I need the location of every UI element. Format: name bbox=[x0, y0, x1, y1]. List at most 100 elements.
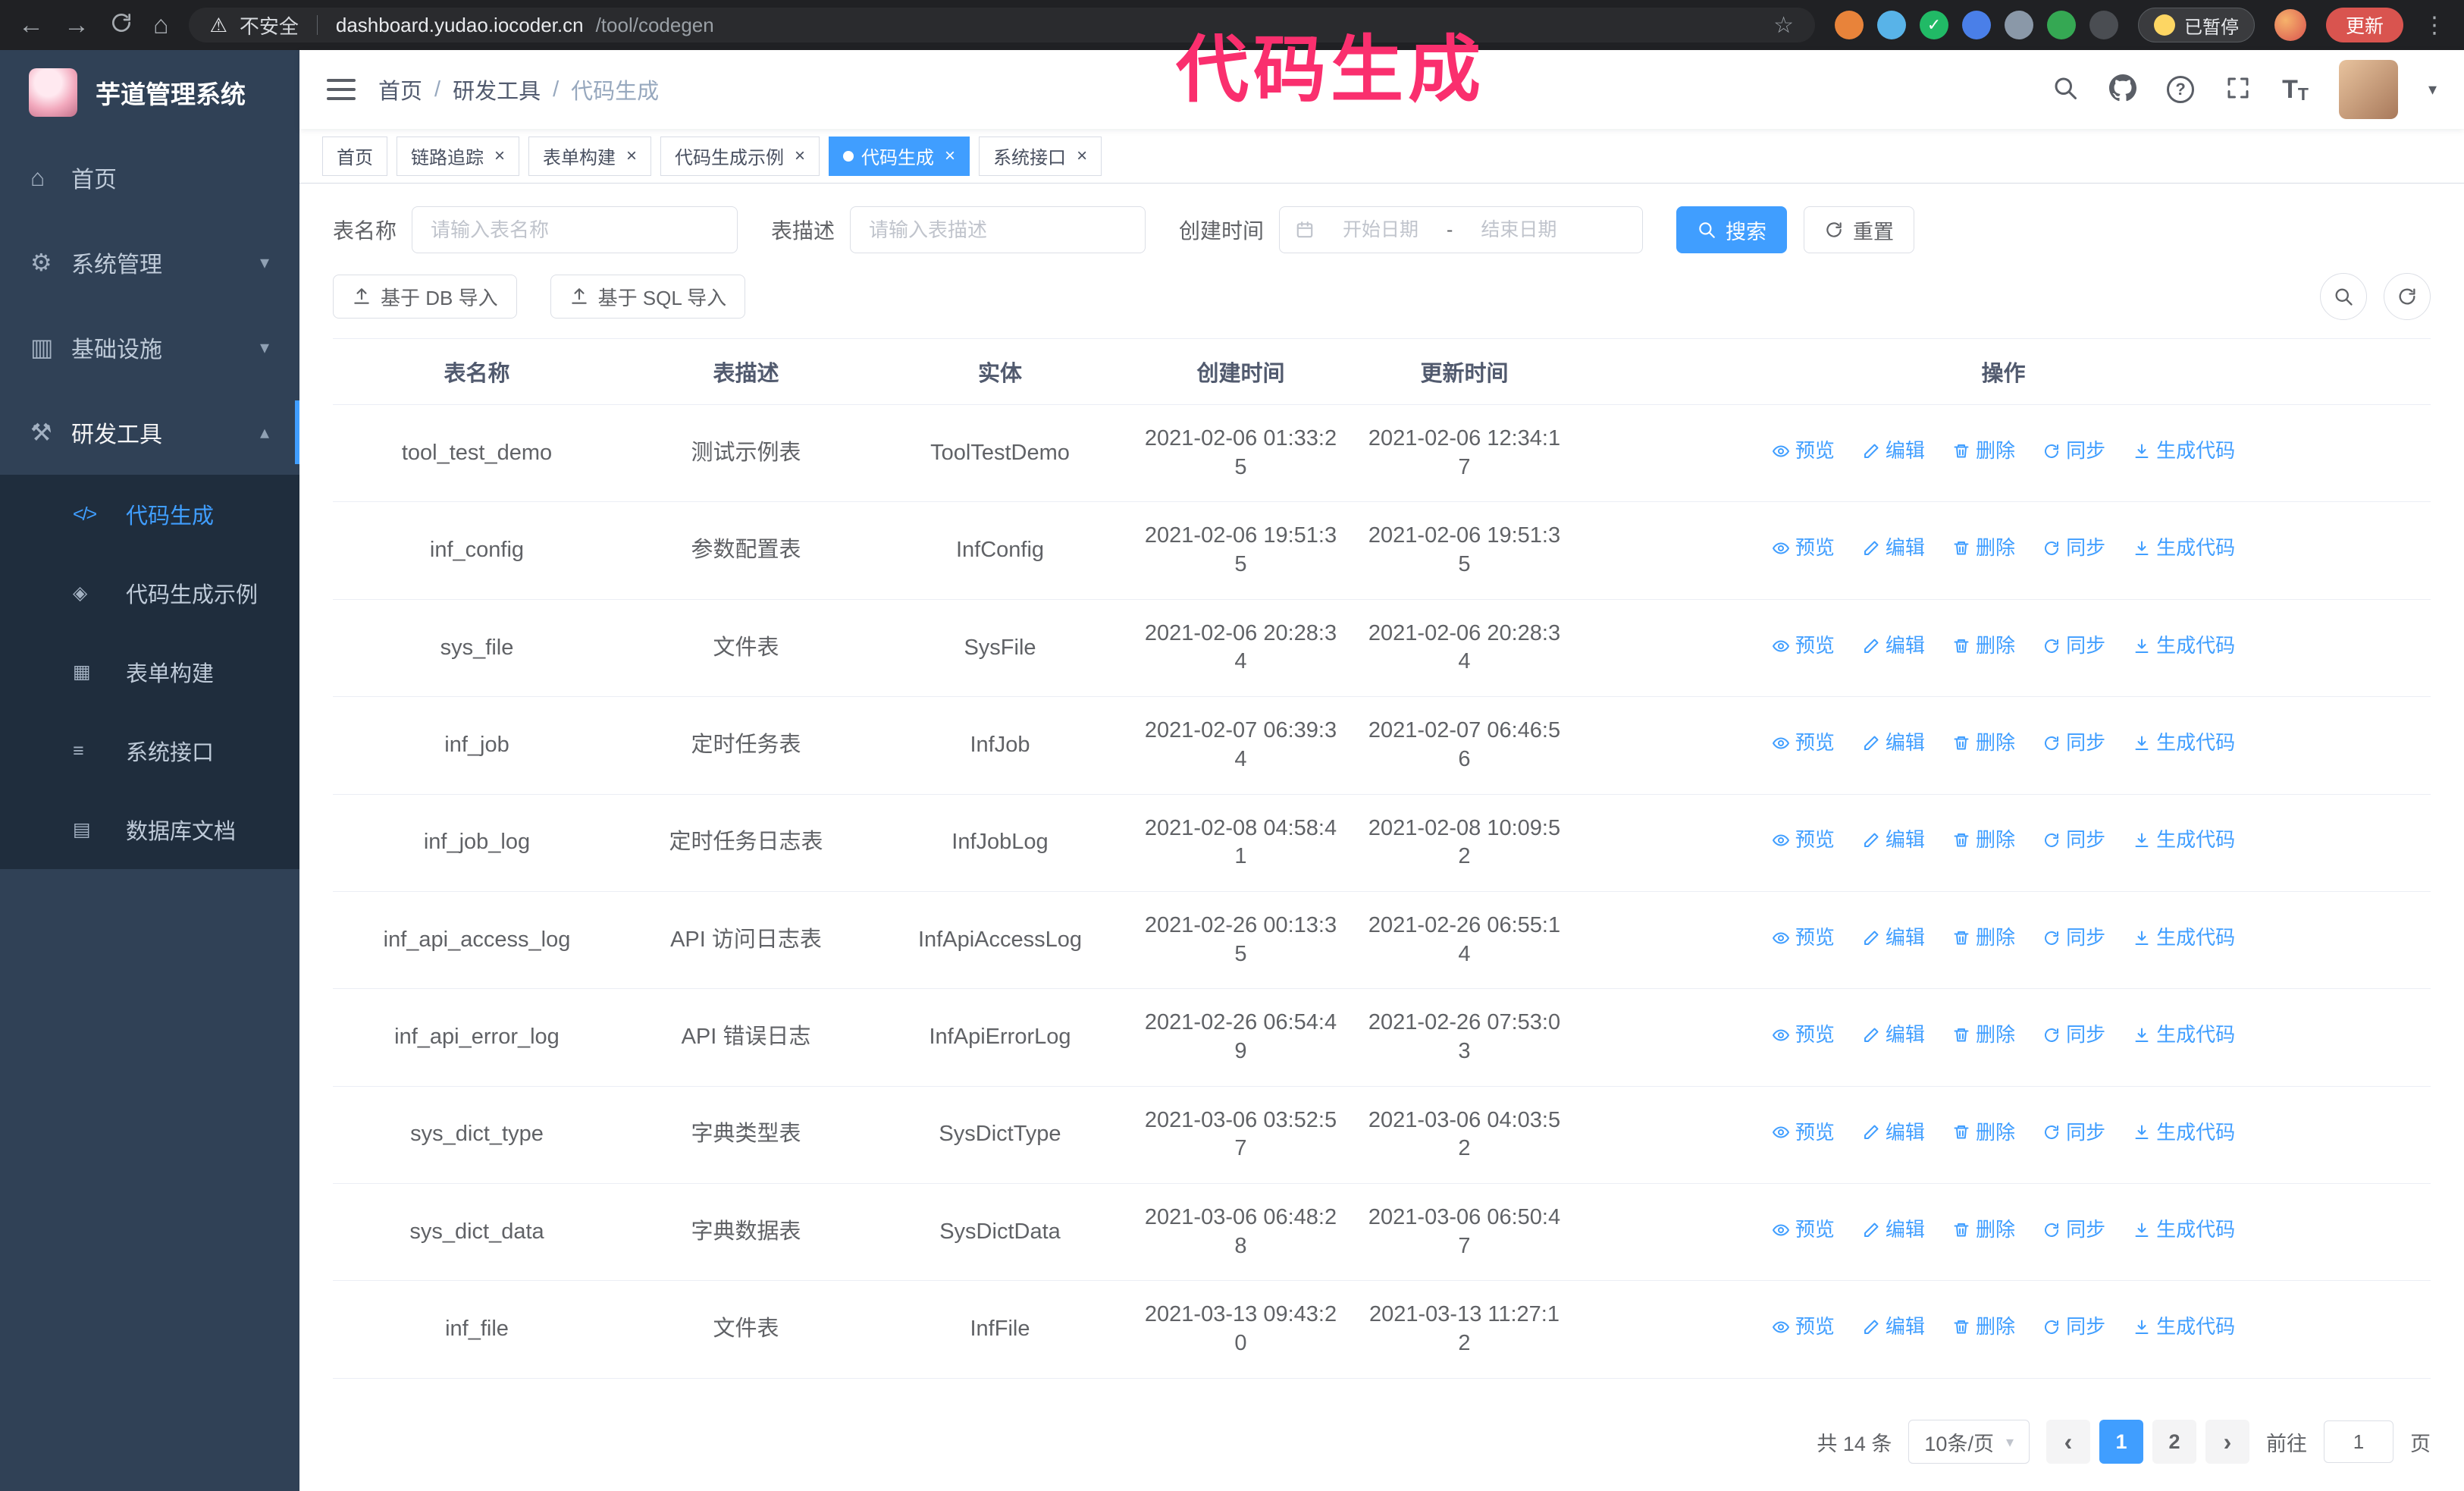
generate-code-action[interactable]: 生成代码 bbox=[2133, 1217, 2235, 1243]
delete-action[interactable]: 删除 bbox=[1952, 438, 2015, 464]
preview-action[interactable]: 预览 bbox=[1772, 730, 1835, 756]
hamburger-icon[interactable] bbox=[327, 79, 356, 100]
generate-code-action[interactable]: 生成代码 bbox=[2133, 438, 2235, 464]
table-name-input[interactable] bbox=[412, 206, 738, 253]
import-sql-button[interactable]: 基于 SQL 导入 bbox=[550, 275, 746, 319]
delete-action[interactable]: 删除 bbox=[1952, 925, 2015, 951]
tab[interactable]: 首页 bbox=[322, 136, 387, 176]
delete-action[interactable]: 删除 bbox=[1952, 535, 2015, 561]
sidebar-submenu-item[interactable]: ▤ 数据库文档 bbox=[0, 790, 299, 869]
preview-action[interactable]: 预览 bbox=[1772, 1120, 1835, 1146]
table-desc-input[interactable] bbox=[850, 206, 1146, 253]
preview-action[interactable]: 预览 bbox=[1772, 1217, 1835, 1243]
generate-code-action[interactable]: 生成代码 bbox=[2133, 730, 2235, 756]
sidebar-menu-item[interactable]: ⚒ 研发工具 ▴ bbox=[0, 390, 299, 475]
preview-action[interactable]: 预览 bbox=[1772, 827, 1835, 853]
sidebar-menu-item[interactable]: ⚙ 系统管理 ▾ bbox=[0, 220, 299, 305]
avatar-caret-icon[interactable]: ▾ bbox=[2428, 80, 2437, 99]
preview-action[interactable]: 预览 bbox=[1772, 438, 1835, 464]
extension-icon[interactable] bbox=[1961, 11, 1991, 39]
edit-action[interactable]: 编辑 bbox=[1862, 1022, 1925, 1048]
sidebar-submenu-item[interactable]: ▦ 表单构建 bbox=[0, 632, 299, 711]
next-page-button[interactable]: › bbox=[2205, 1420, 2249, 1464]
delete-action[interactable]: 删除 bbox=[1952, 1217, 2015, 1243]
edit-action[interactable]: 编辑 bbox=[1862, 827, 1925, 853]
preview-action[interactable]: 预览 bbox=[1772, 1022, 1835, 1048]
edit-action[interactable]: 编辑 bbox=[1862, 535, 1925, 561]
back-button[interactable]: ← bbox=[18, 12, 44, 38]
search-button[interactable]: 搜索 bbox=[1676, 206, 1788, 253]
generate-code-action[interactable]: 生成代码 bbox=[2133, 1120, 2235, 1146]
generate-code-action[interactable]: 生成代码 bbox=[2133, 925, 2235, 951]
extension-icon[interactable] bbox=[2004, 11, 2033, 39]
paused-badge[interactable]: 已暂停 bbox=[2137, 8, 2255, 42]
sync-action[interactable]: 同步 bbox=[2042, 925, 2105, 951]
edit-action[interactable]: 编辑 bbox=[1862, 633, 1925, 659]
tab-close-icon[interactable]: × bbox=[795, 146, 805, 165]
generate-code-action[interactable]: 生成代码 bbox=[2133, 633, 2235, 659]
date-range-picker[interactable]: - bbox=[1279, 206, 1644, 253]
user-avatar[interactable] bbox=[2338, 60, 2398, 119]
prev-page-button[interactable]: ‹ bbox=[2046, 1420, 2090, 1464]
bookmark-star-icon[interactable]: ☆ bbox=[1773, 12, 1794, 39]
generate-code-action[interactable]: 生成代码 bbox=[2133, 1314, 2235, 1340]
tab-close-icon[interactable]: × bbox=[1077, 146, 1087, 165]
sync-action[interactable]: 同步 bbox=[2042, 438, 2105, 464]
preview-action[interactable]: 预览 bbox=[1772, 535, 1835, 561]
tab[interactable]: 代码生成 × bbox=[829, 136, 970, 176]
goto-page-input[interactable] bbox=[2324, 1420, 2393, 1463]
generate-code-action[interactable]: 生成代码 bbox=[2133, 1022, 2235, 1048]
sidebar-menu-item[interactable]: ⌂ 首页 bbox=[0, 135, 299, 220]
import-db-button[interactable]: 基于 DB 导入 bbox=[333, 275, 517, 319]
page-button[interactable]: 2 bbox=[2152, 1420, 2196, 1464]
breadcrumb-home[interactable]: 首页 bbox=[378, 74, 422, 105]
edit-action[interactable]: 编辑 bbox=[1862, 730, 1925, 756]
refresh-table-button[interactable] bbox=[2384, 273, 2431, 320]
tab[interactable]: 链路追踪 × bbox=[397, 136, 520, 176]
sidebar-submenu-item[interactable]: ≡ 系统接口 bbox=[0, 711, 299, 790]
reset-button[interactable]: 重置 bbox=[1804, 206, 1915, 253]
sync-action[interactable]: 同步 bbox=[2042, 1120, 2105, 1146]
edit-action[interactable]: 编辑 bbox=[1862, 1314, 1925, 1340]
tab-close-icon[interactable]: × bbox=[626, 146, 637, 165]
delete-action[interactable]: 删除 bbox=[1952, 1314, 2015, 1340]
preview-action[interactable]: 预览 bbox=[1772, 925, 1835, 951]
font-size-icon[interactable]: TT bbox=[2282, 75, 2309, 105]
preview-action[interactable]: 预览 bbox=[1772, 1314, 1835, 1340]
help-icon[interactable]: ? bbox=[2167, 76, 2195, 103]
extension-icon[interactable]: ✓ bbox=[1919, 11, 1948, 39]
update-button[interactable]: 更新 bbox=[2325, 8, 2403, 42]
page-size-select[interactable]: 10条/页 ▾ bbox=[1908, 1420, 2030, 1464]
forward-button[interactable]: → bbox=[64, 12, 89, 38]
extension-icon[interactable] bbox=[1834, 11, 1864, 39]
edit-action[interactable]: 编辑 bbox=[1862, 1217, 1925, 1243]
sidebar-submenu-item[interactable]: ◈ 代码生成示例 bbox=[0, 554, 299, 632]
search-toggle-button[interactable] bbox=[2320, 273, 2367, 320]
delete-action[interactable]: 删除 bbox=[1952, 633, 2015, 659]
sidebar-submenu-item[interactable]: </> 代码生成 bbox=[0, 475, 299, 554]
delete-action[interactable]: 删除 bbox=[1952, 730, 2015, 756]
tab[interactable]: 系统接口 × bbox=[979, 136, 1102, 176]
url-bar[interactable]: ⚠ 不安全 dashboard.yudao.iocoder.cn /tool/c… bbox=[188, 8, 1815, 42]
github-icon[interactable] bbox=[2109, 74, 2136, 105]
tab-close-icon[interactable]: × bbox=[494, 146, 505, 165]
reload-button[interactable] bbox=[109, 11, 133, 39]
extension-icon[interactable] bbox=[1876, 11, 1906, 39]
sync-action[interactable]: 同步 bbox=[2042, 1217, 2105, 1243]
sync-action[interactable]: 同步 bbox=[2042, 633, 2105, 659]
home-button[interactable]: ⌂ bbox=[153, 12, 169, 38]
tab[interactable]: 表单构建 × bbox=[528, 136, 652, 176]
profile-avatar[interactable] bbox=[2274, 9, 2306, 41]
sync-action[interactable]: 同步 bbox=[2042, 1314, 2105, 1340]
sync-action[interactable]: 同步 bbox=[2042, 730, 2105, 756]
browser-menu-icon[interactable]: ⋮ bbox=[2423, 12, 2446, 39]
delete-action[interactable]: 删除 bbox=[1952, 1120, 2015, 1146]
preview-action[interactable]: 预览 bbox=[1772, 633, 1835, 659]
sync-action[interactable]: 同步 bbox=[2042, 1022, 2105, 1048]
edit-action[interactable]: 编辑 bbox=[1862, 438, 1925, 464]
extension-icon[interactable] bbox=[2046, 11, 2076, 39]
sync-action[interactable]: 同步 bbox=[2042, 535, 2105, 561]
breadcrumb-devtools[interactable]: 研发工具 bbox=[453, 74, 541, 105]
sync-action[interactable]: 同步 bbox=[2042, 827, 2105, 853]
delete-action[interactable]: 删除 bbox=[1952, 1022, 2015, 1048]
